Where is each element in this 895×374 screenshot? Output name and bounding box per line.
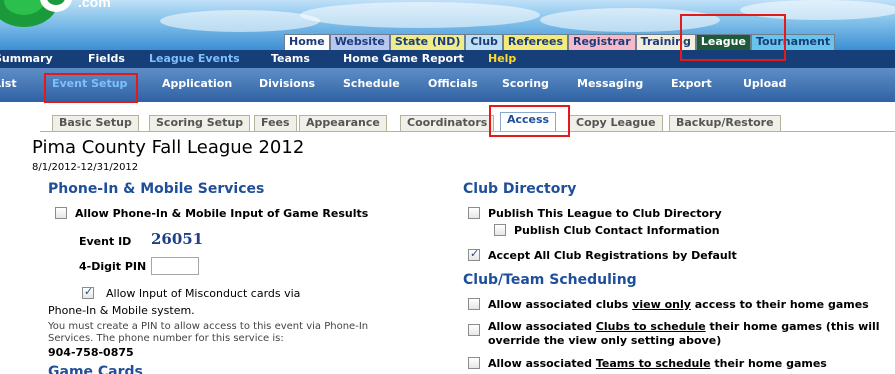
- clubs-schedule-label-line2: override the view only setting above): [488, 334, 722, 347]
- tab-appearance[interactable]: Appearance: [299, 115, 387, 132]
- club-directory-heading: Club Directory: [463, 181, 577, 197]
- pin-note-line2: Services. The phone number for this serv…: [48, 333, 284, 344]
- tab-copy-league[interactable]: Copy League: [569, 115, 663, 132]
- nav-upload[interactable]: Upload: [743, 77, 786, 90]
- publish-directory-label: Publish This League to Club Directory: [488, 207, 722, 220]
- nav-divisions[interactable]: Divisions: [259, 77, 315, 90]
- tab-club[interactable]: Club: [465, 34, 503, 50]
- nav-schedule[interactable]: Schedule: [343, 77, 400, 90]
- logo-icon: [0, 0, 72, 27]
- tab-scoring-setup[interactable]: Scoring Setup: [149, 115, 251, 132]
- tab-fees[interactable]: Fees: [254, 115, 297, 132]
- pin-note-line1: You must create a PIN to allow access to…: [48, 321, 369, 332]
- pin-input[interactable]: [151, 257, 199, 275]
- page: .com Home Website State (ND) Club Referees Re…: [0, 0, 895, 374]
- subtab-divider: [40, 131, 895, 132]
- accept-registrations-label: Accept All Club Registrations by Default: [488, 249, 737, 262]
- nav-league-events[interactable]: League Events: [149, 52, 240, 65]
- nav-home-game-report[interactable]: Home Game Report: [343, 52, 464, 65]
- phone-services-heading: Phone-In & Mobile Services: [48, 181, 265, 197]
- phone-number: 904-758-0875: [48, 346, 134, 359]
- clubs-schedule-checkbox[interactable]: [468, 324, 480, 336]
- teams-schedule-label: Allow associated Teams to schedule their…: [488, 357, 827, 370]
- nav-export[interactable]: Export: [671, 77, 712, 90]
- clubs-schedule-label: Allow associated Clubs to schedule their…: [488, 320, 880, 333]
- page-title: Pima County Fall League 2012: [32, 137, 305, 158]
- tab-state[interactable]: State (ND): [389, 34, 466, 50]
- scheduling-heading: Club/Team Scheduling: [463, 272, 637, 288]
- misconduct-label-line2: Phone-In & Mobile system.: [48, 304, 195, 317]
- clubs-view-only-checkbox[interactable]: [468, 298, 480, 310]
- nav-help[interactable]: Help: [488, 52, 516, 65]
- teams-schedule-checkbox[interactable]: [468, 357, 480, 369]
- nav-messaging[interactable]: Messaging: [577, 77, 643, 90]
- publish-directory-checkbox[interactable]: [468, 207, 480, 219]
- event-id-label: Event ID: [79, 235, 132, 248]
- event-id-value: 26051: [151, 230, 204, 248]
- misconduct-checkbox[interactable]: [82, 285, 94, 299]
- nav-fields[interactable]: Fields: [88, 52, 125, 65]
- tab-coordinators[interactable]: Coordinators: [400, 115, 495, 132]
- highlight-league-tab: [680, 14, 786, 61]
- nav-teams[interactable]: Teams: [271, 52, 310, 65]
- publish-contact-checkbox[interactable]: [494, 224, 506, 236]
- clubs-view-only-label: Allow associated clubs view only access …: [488, 298, 869, 311]
- nav-application[interactable]: Application: [162, 77, 232, 90]
- tab-referees[interactable]: Referees: [502, 34, 568, 50]
- tab-backup-restore[interactable]: Backup/Restore: [669, 115, 781, 132]
- tab-registrar[interactable]: Registrar: [568, 34, 636, 50]
- misconduct-label-line1: Allow Input of Misconduct cards via: [106, 287, 301, 300]
- tab-basic-setup[interactable]: Basic Setup: [52, 115, 139, 132]
- accept-registrations-checkbox[interactable]: [468, 247, 480, 261]
- page-dates: 8/1/2012-12/31/2012: [32, 162, 139, 173]
- highlight-event-setup: [44, 73, 138, 103]
- game-cards-heading: Game Cards: [48, 364, 143, 374]
- tab-website[interactable]: Website: [329, 34, 390, 50]
- nav-officials[interactable]: Officials: [428, 77, 478, 90]
- allow-phone-in-checkbox[interactable]: [55, 207, 67, 219]
- nav-summary[interactable]: Summary: [0, 52, 53, 65]
- highlight-access-tab: [489, 105, 570, 137]
- nav-scoring[interactable]: Scoring: [502, 77, 549, 90]
- pin-label: 4-Digit PIN: [79, 260, 147, 273]
- nav-list[interactable]: List: [0, 77, 17, 90]
- allow-phone-in-label: Allow Phone-In & Mobile Input of Game Re…: [75, 207, 369, 220]
- publish-contact-label: Publish Club Contact Information: [514, 224, 720, 237]
- tab-home[interactable]: Home: [284, 34, 330, 50]
- logo-text: .com: [78, 0, 111, 10]
